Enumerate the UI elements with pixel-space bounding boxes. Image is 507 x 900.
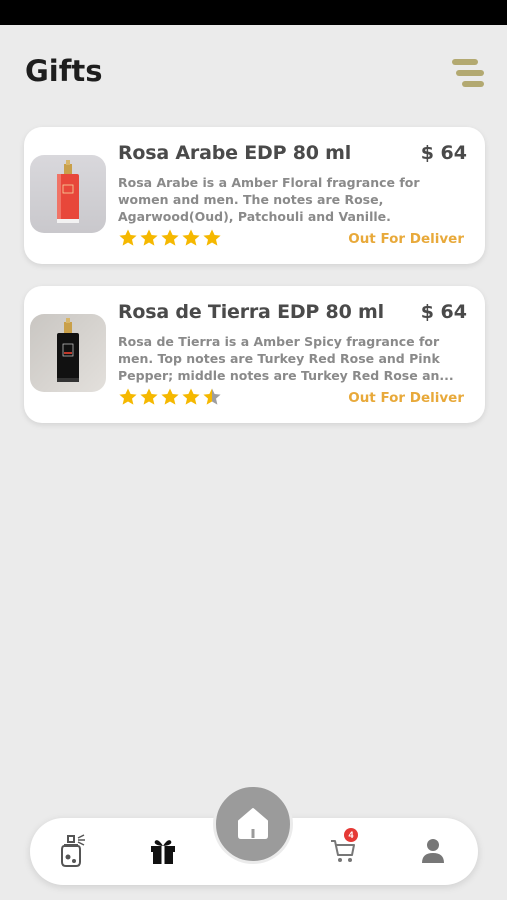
star-icon [160, 228, 180, 248]
star-icon [202, 387, 222, 407]
star-icon [118, 228, 138, 248]
product-price: $ 64 [420, 301, 467, 323]
profile-icon[interactable] [421, 838, 445, 868]
product-description: Rosa de Tierra is a Amber Spicy fragranc… [118, 334, 454, 383]
perfume-icon[interactable] [58, 832, 90, 874]
rating-stars [118, 228, 222, 248]
delivery-status: Out For Deliver [348, 231, 464, 247]
cart-badge: 4 [344, 828, 358, 842]
product-name: Rosa de Tierra EDP 80 ml [118, 301, 384, 323]
rating-stars [118, 387, 222, 407]
star-icon [139, 387, 159, 407]
product-description: Rosa Arabe is a Amber Floral fragrance f… [118, 175, 420, 224]
page-title: Gifts [25, 54, 103, 88]
product-name: Rosa Arabe EDP 80 ml [118, 142, 352, 164]
cart-icon[interactable] [330, 838, 356, 868]
gift-icon[interactable] [150, 837, 176, 869]
status-bar [0, 0, 507, 25]
home-icon [238, 808, 268, 839]
star-icon [202, 228, 222, 248]
star-icon [118, 387, 138, 407]
product-price: $ 64 [420, 142, 467, 164]
home-button[interactable] [213, 784, 293, 864]
menu-icon[interactable] [448, 56, 486, 90]
star-icon [181, 228, 201, 248]
product-image [30, 155, 106, 233]
product-card[interactable]: Rosa Arabe EDP 80 ml $ 64 Rosa Arabe is … [24, 127, 485, 264]
product-image [30, 314, 106, 392]
product-card[interactable]: Rosa de Tierra EDP 80 ml $ 64 Rosa de Ti… [24, 286, 485, 423]
star-icon [139, 228, 159, 248]
star-icon [160, 387, 180, 407]
delivery-status: Out For Deliver [348, 390, 464, 406]
star-icon [181, 387, 201, 407]
